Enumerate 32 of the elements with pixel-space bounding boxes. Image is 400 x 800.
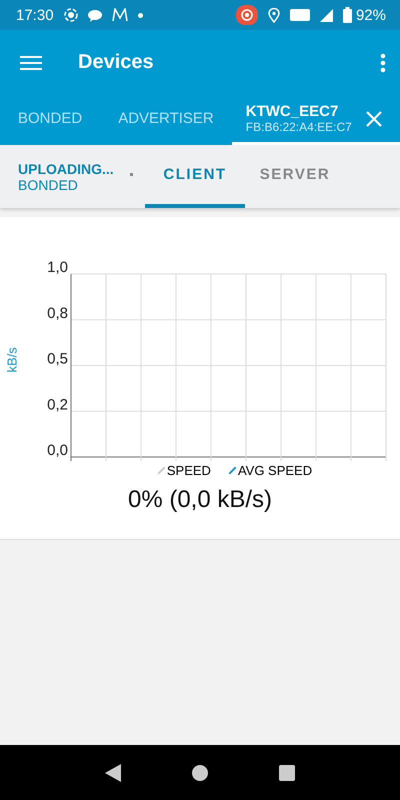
home-button[interactable] <box>192 764 208 780</box>
status-time: 17:30 <box>16 6 54 24</box>
device-tab[interactable]: ADVERTISER <box>100 95 232 145</box>
dot-icon <box>138 12 143 18</box>
tick-label: 0,8 <box>47 304 68 322</box>
notification-icon <box>64 8 78 22</box>
axis-label: kB/s <box>4 348 20 372</box>
progress-text: 0% (0,0 kB/s) <box>128 486 272 514</box>
location-icon <box>268 8 280 22</box>
legend-label: AVG SPEED <box>238 463 312 478</box>
back-button[interactable] <box>105 764 122 782</box>
mail-icon <box>112 8 128 22</box>
chat-icon <box>88 8 102 22</box>
battery-percent: 92% <box>356 6 386 24</box>
bond-state: BONDED <box>18 176 79 192</box>
more-icon[interactable] <box>380 52 386 72</box>
connection-status: UPLOADING... <box>18 160 115 176</box>
tick-label: 1,0 <box>47 259 68 276</box>
role-tab[interactable]: CLIENT <box>145 145 245 208</box>
app-title: Devices <box>78 51 155 74</box>
close-icon[interactable] <box>366 110 382 126</box>
recents-button[interactable] <box>278 764 295 780</box>
tick-label: 0,2 <box>47 396 68 414</box>
role-tab[interactable]: SERVER <box>245 145 345 208</box>
legend-label: SPEED <box>166 463 211 478</box>
tick-label: 0,0 <box>47 442 68 459</box>
tick-label: 0,5 <box>47 350 68 368</box>
battery-icon <box>342 7 352 23</box>
device-tab[interactable]: BONDED <box>0 95 100 145</box>
record-icon <box>236 5 258 25</box>
signal-icon <box>320 8 333 22</box>
menu-icon[interactable] <box>20 54 42 70</box>
